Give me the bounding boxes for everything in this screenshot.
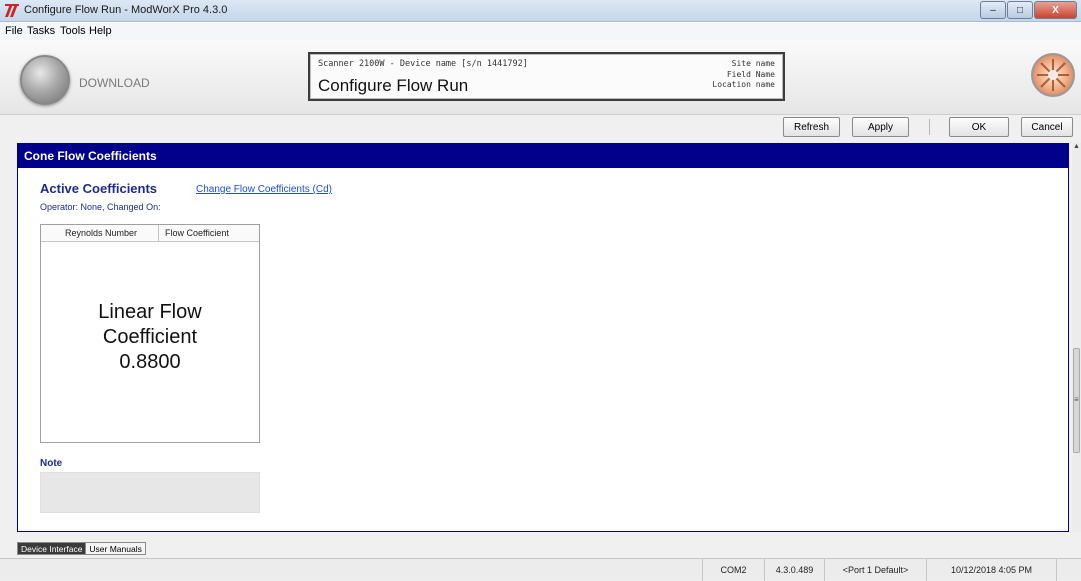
refresh-button[interactable]: Refresh (783, 117, 840, 137)
menu-bar: File Tasks Tools Help (0, 22, 1081, 40)
scanner-device-line: Scanner 2100W - Device name [s/n 1441792… (318, 59, 528, 69)
separator (929, 119, 930, 135)
status-datetime: 10/12/2018 4:05 PM (926, 559, 1056, 581)
site-info: Site name Field Name Location name (712, 59, 775, 91)
status-empty (0, 559, 598, 581)
status-port: COM2 (702, 559, 764, 581)
window-controls: – □ X (979, 1, 1077, 19)
location-name: Location name (712, 80, 775, 89)
site-name: Site name (731, 59, 775, 68)
coefficient-label: Coefficient (102, 326, 198, 348)
note-field[interactable] (40, 472, 260, 513)
maximize-button[interactable]: □ (1007, 1, 1033, 19)
tab-device-interface[interactable]: Device Interface (17, 542, 87, 555)
vertical-scrollbar[interactable]: ▲ ≡ (1072, 143, 1081, 532)
ok-button[interactable]: OK (949, 117, 1009, 137)
coefficient-value: 0.8800 (119, 351, 181, 373)
panel-header-title: Cone Flow Coefficients (24, 149, 157, 163)
cone-flow-panel: Cone Flow Coefficients Active Coefficien… (17, 143, 1069, 532)
status-version: 4.3.0.489 (764, 559, 824, 581)
device-header-panel: Scanner 2100W - Device name [s/n 1441792… (308, 52, 785, 101)
status-end (1056, 559, 1081, 581)
cancel-button[interactable]: Cancel (1021, 117, 1073, 137)
panel-header: Cone Flow Coefficients (18, 144, 1068, 168)
coefficient-table: Reynolds Number Flow Coefficient Linear … (40, 224, 260, 443)
menu-help[interactable]: Help (89, 25, 112, 37)
toolbar: DOWNLOAD Scanner 2100W - Device name [s/… (0, 40, 1081, 115)
column-flow-coefficient[interactable]: Flow Coefficient (165, 228, 229, 238)
download-icon[interactable] (20, 55, 70, 105)
title-bar: Configure Flow Run - ModWorX Pro 4.3.0 –… (0, 0, 1081, 22)
change-flow-coefficients-link[interactable]: Change Flow Coefficients (Cd) (196, 184, 332, 195)
apply-button[interactable]: Apply (852, 117, 909, 137)
operator-line: Operator: None, Changed On: (40, 202, 161, 212)
download-label[interactable]: DOWNLOAD (79, 76, 150, 90)
tab-user-manuals[interactable]: User Manuals (86, 542, 146, 555)
menu-tasks[interactable]: Tasks (27, 25, 55, 37)
column-divider (158, 225, 159, 242)
menu-file[interactable]: File (5, 25, 23, 37)
linear-flow-label: Linear Flow (98, 301, 202, 323)
scroll-grip-icon: ≡ (1074, 395, 1079, 404)
app-logo-icon (5, 4, 19, 17)
status-profile: <Port 1 Default> (824, 559, 926, 581)
page-title: Configure Flow Run (318, 76, 469, 95)
scroll-up-arrow-icon[interactable]: ▲ (1073, 143, 1080, 150)
field-name: Field Name (726, 69, 775, 79)
menu-tools[interactable]: Tools (60, 25, 86, 37)
active-coefficients-title: Active Coefficients (40, 181, 158, 196)
linear-coefficient-display: Linear Flow Coefficient 0.8800 (41, 300, 259, 375)
scroll-thumb[interactable]: ≡ (1073, 348, 1080, 453)
action-bar: Refresh Apply OK Cancel (0, 115, 1081, 140)
bottom-tabs: Device Interface User Manuals (17, 542, 146, 555)
status-bar: COM2 4.3.0.489 <Port 1 Default> 10/12/20… (0, 558, 1081, 581)
minimize-button[interactable]: – (980, 1, 1006, 19)
column-reynolds-number[interactable]: Reynolds Number (65, 228, 137, 238)
window-title: Configure Flow Run - ModWorX Pro 4.3.0 (24, 4, 228, 16)
close-button[interactable]: X (1034, 1, 1077, 19)
table-header: Reynolds Number Flow Coefficient (41, 225, 259, 242)
brand-logo-icon (1031, 53, 1075, 97)
note-label: Note (40, 458, 63, 469)
